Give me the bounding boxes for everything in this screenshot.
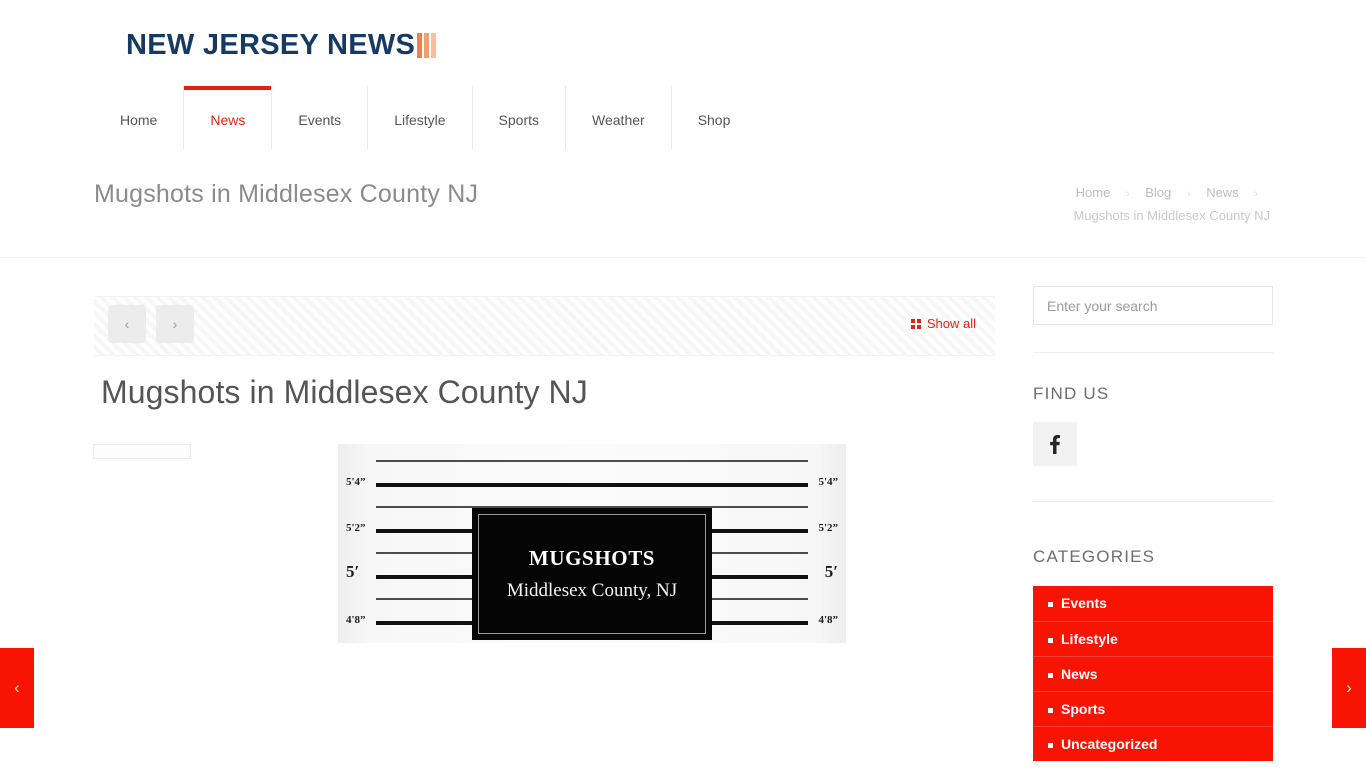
category-item-sports[interactable]: Sports <box>1033 691 1273 726</box>
chevron-left-icon: ‹ <box>124 316 130 332</box>
nav-label: Sports <box>498 111 540 128</box>
search-input[interactable] <box>1033 286 1273 325</box>
mugshot-height-chart: 5'4” 5'2” 5′ 4'8” 4'6” 5'4” 5'2” 5′ 4'8”… <box>338 444 846 643</box>
mugshot-sign-title: MUGSHOTS <box>528 546 656 570</box>
nav-item-shop[interactable]: Shop <box>670 86 757 153</box>
nav-item-news[interactable]: News <box>183 86 273 153</box>
nav-item-home[interactable]: Home <box>94 86 183 153</box>
nav-item-sports[interactable]: Sports <box>471 86 565 153</box>
logo-text: NEW JERSEY NEWS <box>126 29 416 61</box>
breadcrumb-separator-icon: › <box>1125 188 1130 200</box>
sidebar-divider <box>1033 501 1273 502</box>
page-title-bar: Mugshots in Middlesex County NJ Home › B… <box>0 150 1366 258</box>
nav-item-weather[interactable]: Weather <box>565 86 671 153</box>
breadcrumb-item-home[interactable]: Home <box>1076 185 1111 200</box>
category-label: News <box>1061 666 1098 682</box>
category-item-events[interactable]: Events <box>1033 586 1273 621</box>
height-label-left-5-2: 5'2” <box>346 522 366 534</box>
category-label: Sports <box>1061 701 1106 717</box>
sidebar-divider <box>1033 352 1273 353</box>
chevron-right-icon: › <box>1346 678 1352 697</box>
breadcrumb-separator-icon: › <box>1254 188 1258 200</box>
logo-bars-icon <box>417 32 437 58</box>
height-label-right-5: 5′ <box>824 562 838 581</box>
site-header: NEW JERSEY NEWS Home News Events Lifesty… <box>0 0 1366 153</box>
article-featured-image[interactable]: 5'4” 5'2” 5′ 4'8” 4'6” 5'4” 5'2” 5′ 4'8”… <box>338 444 846 643</box>
main-navigation: Home News Events Lifestyle Sports Weathe… <box>94 86 756 153</box>
find-us-heading: FIND US <box>1033 384 1110 403</box>
category-label: Events <box>1061 595 1107 611</box>
nav-label: Weather <box>592 111 645 128</box>
show-all-button[interactable]: Show all <box>910 316 976 331</box>
chevron-right-icon: › <box>172 316 178 332</box>
breadcrumb-separator-icon: › <box>1186 188 1191 200</box>
nav-label: Events <box>298 111 342 128</box>
height-label-right-4-8: 4'8” <box>818 614 838 626</box>
category-item-news[interactable]: News <box>1033 656 1273 691</box>
category-item-uncategorized[interactable]: Uncategorized <box>1033 726 1273 761</box>
article-title: Mugshots in Middlesex County NJ <box>101 374 588 410</box>
nav-item-lifestyle[interactable]: Lifestyle <box>367 86 471 153</box>
nav-label: Lifestyle <box>394 111 446 128</box>
show-all-label: Show all <box>926 316 976 331</box>
chevron-left-icon: ‹ <box>14 678 20 697</box>
height-label-right-5-2: 5'2” <box>818 522 838 534</box>
category-item-lifestyle[interactable]: Lifestyle <box>1033 621 1273 656</box>
nav-label: Shop <box>697 111 731 128</box>
mugshot-sign-subtitle: Middlesex County, NJ <box>506 580 678 601</box>
mugshot-sign: MUGSHOTS Middlesex County, NJ <box>472 508 712 640</box>
breadcrumb-item-news[interactable]: News <box>1206 185 1239 200</box>
post-navigation-bar: ‹ › Show all <box>94 296 995 356</box>
category-label: Lifestyle <box>1061 631 1118 647</box>
category-label: Uncategorized <box>1061 736 1158 752</box>
site-logo[interactable]: NEW JERSEY NEWS <box>126 28 437 62</box>
categories-list: Events Lifestyle News Sports Uncategoriz… <box>1033 586 1273 761</box>
article-meta-placeholder <box>93 444 191 459</box>
breadcrumb: Home › Blog › News › Mugshots in Middles… <box>940 182 1270 226</box>
categories-heading: CATEGORIES <box>1033 547 1156 566</box>
previous-article-edge-button[interactable]: ‹ <box>0 648 34 728</box>
height-label-left-5: 5′ <box>346 562 360 581</box>
grid-icon <box>910 318 921 329</box>
breadcrumb-item-current: Mugshots in Middlesex County NJ <box>1073 208 1270 223</box>
sidebar: FIND US CATEGORIES Events Lifestyle News… <box>1033 258 1273 768</box>
height-label-right-5-4: 5'4” <box>818 476 838 488</box>
height-label-left-5-4: 5'4” <box>346 476 366 488</box>
page-title: Mugshots in Middlesex County NJ <box>94 180 479 208</box>
nav-label: News <box>210 111 246 128</box>
facebook-icon[interactable] <box>1033 422 1077 466</box>
nav-label: Home <box>120 111 158 128</box>
next-article-edge-button[interactable]: › <box>1332 648 1366 728</box>
next-post-button[interactable]: › <box>156 305 194 343</box>
facebook-glyph <box>1050 434 1060 454</box>
main-content: ‹ › Show all Mugshots in Middlesex Count… <box>0 258 1366 768</box>
previous-post-button[interactable]: ‹ <box>108 305 146 343</box>
height-label-left-4-8: 4'8” <box>346 614 366 626</box>
nav-item-events[interactable]: Events <box>272 86 367 153</box>
breadcrumb-item-blog[interactable]: Blog <box>1145 185 1171 200</box>
